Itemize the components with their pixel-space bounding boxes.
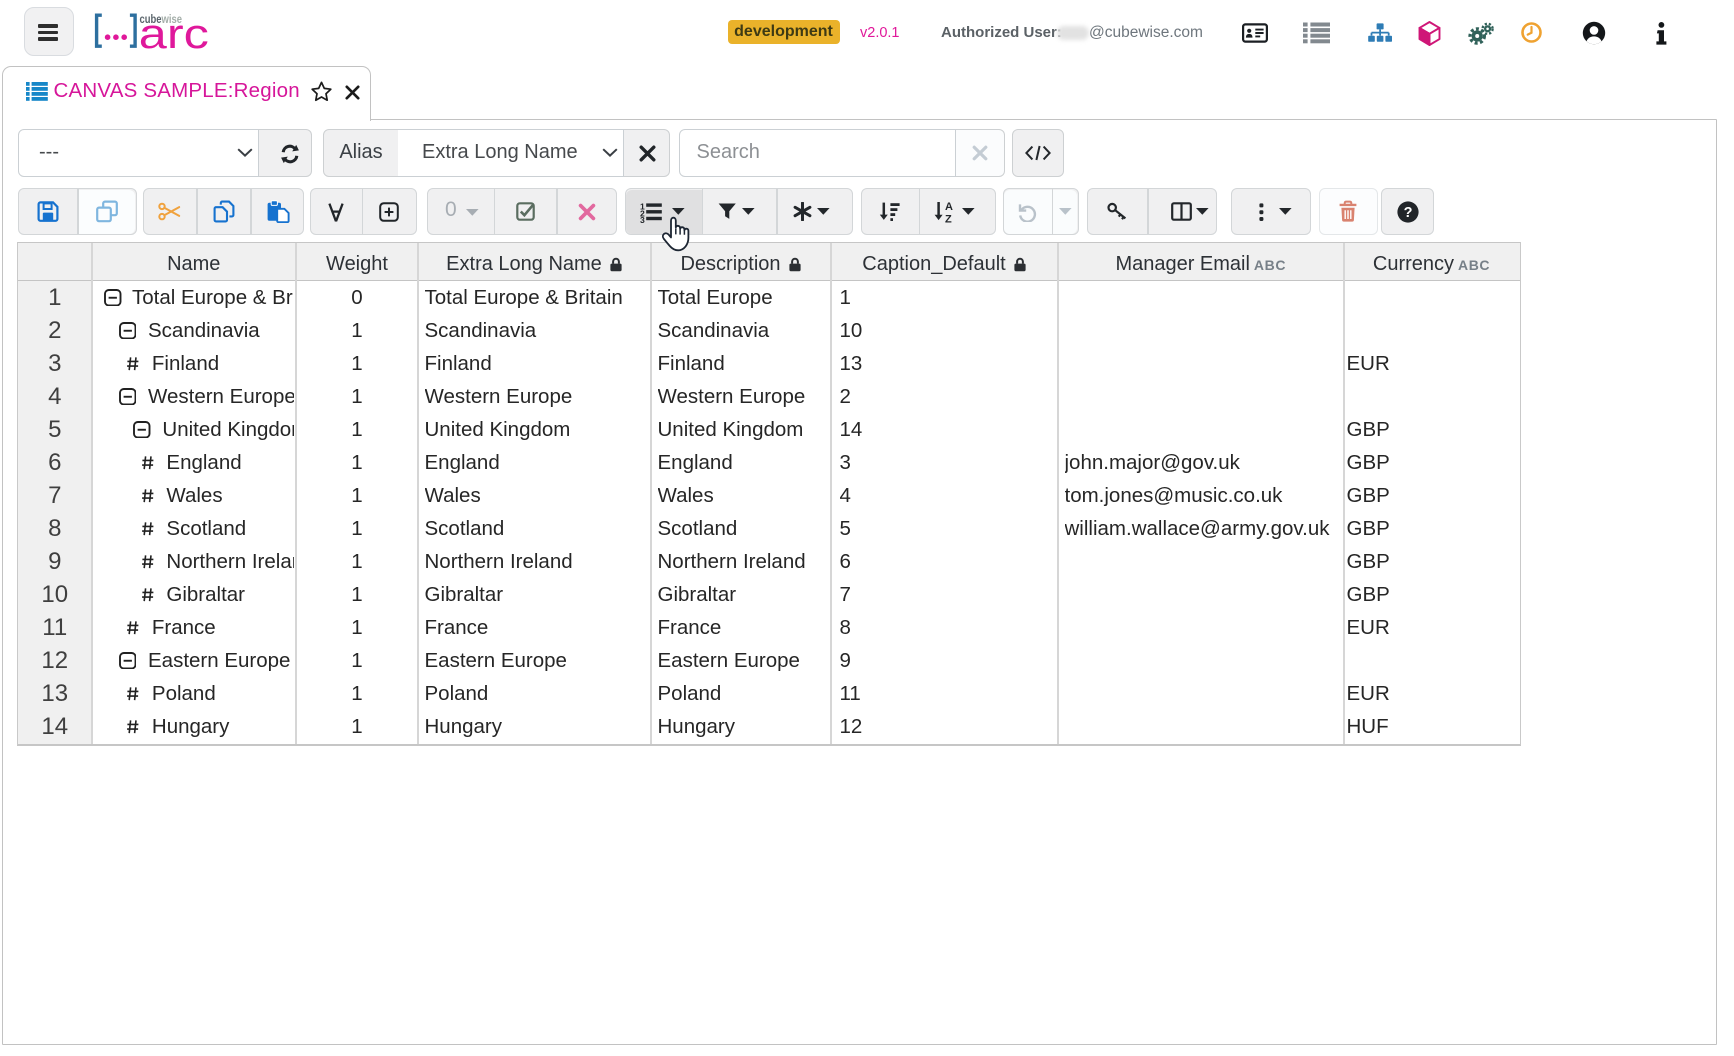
svg-text:A: A: [945, 201, 953, 213]
svg-text:Z: Z: [945, 213, 952, 223]
svg-text:3: 3: [640, 215, 645, 224]
svg-text:?: ?: [1403, 205, 1412, 221]
svg-text:arc: arc: [139, 10, 209, 52]
